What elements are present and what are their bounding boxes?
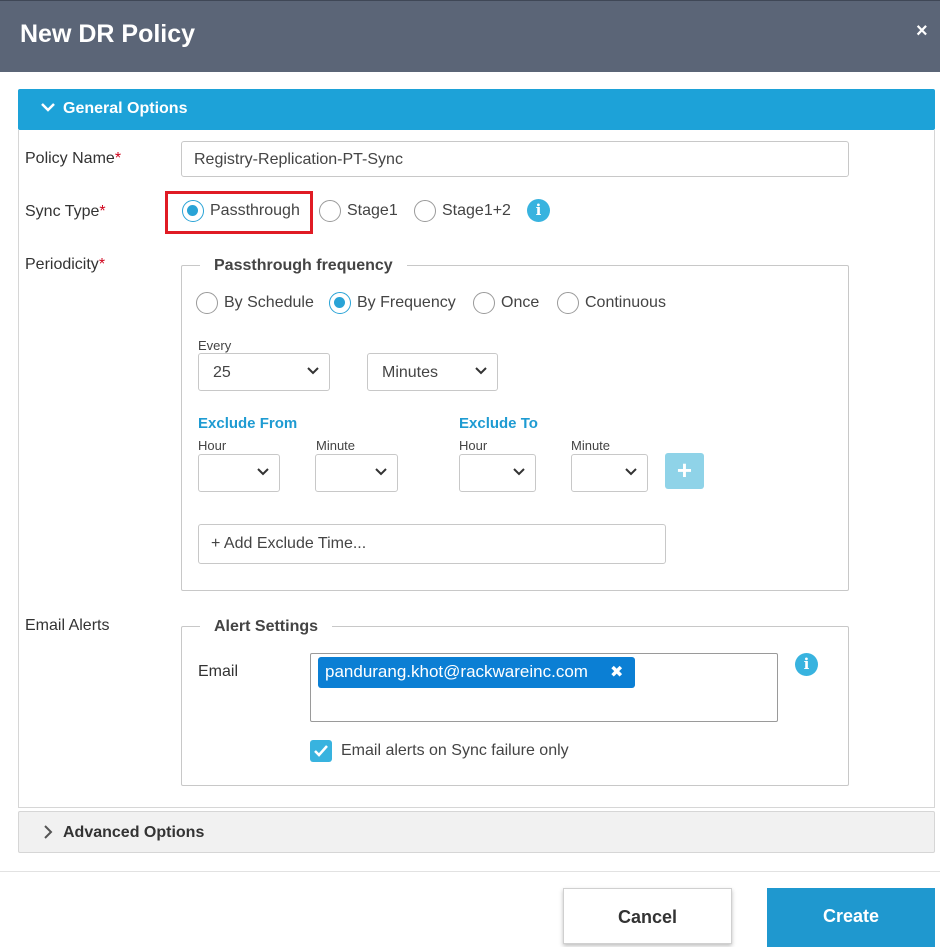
create-button[interactable]: Create: [767, 888, 935, 947]
exclude-to-minute-select[interactable]: [571, 454, 648, 492]
exclude-from-minute-select[interactable]: [315, 454, 398, 492]
exclude-to-label: Exclude To: [459, 415, 538, 432]
chevron-down-icon: [307, 367, 319, 375]
exclude-to-hour-select[interactable]: [459, 454, 536, 492]
chip-remove-icon[interactable]: ✖: [610, 662, 623, 682]
exclude-from-minute-label: Minute: [316, 438, 356, 453]
sync-type-option-stage1-2[interactable]: Stage1+2: [414, 200, 511, 222]
advanced-options-title: Advanced Options: [63, 824, 205, 841]
periodicity-option-continuous[interactable]: Continuous: [557, 292, 666, 314]
periodicity-option-once[interactable]: Once: [473, 292, 539, 314]
chevron-down-icon: [475, 367, 487, 375]
chevron-down-icon: [625, 468, 637, 476]
policy-name-input[interactable]: Registry-Replication-PT-Sync: [181, 141, 849, 177]
every-value: 25: [213, 364, 231, 381]
chevron-down-icon: [513, 468, 525, 476]
chevron-down-icon: [375, 468, 387, 476]
close-icon[interactable]: ×: [916, 20, 928, 43]
alert-settings-legend: Alert Settings: [200, 618, 333, 636]
sync-type-info-icon[interactable]: i: [527, 199, 550, 222]
sync-type-label-text: Sync Type: [25, 203, 100, 220]
sync-type-label: Sync Type*: [25, 203, 106, 221]
dialog-title: New DR Policy: [20, 20, 196, 48]
radio-selected[interactable]: [182, 200, 204, 222]
policy-name-label-text: Policy Name: [25, 150, 115, 167]
radio-label: By Schedule: [224, 294, 314, 311]
periodicity-option-by-frequency[interactable]: By Frequency: [329, 292, 456, 314]
every-unit-value: Minutes: [382, 364, 439, 381]
radio-label: Stage1+2: [442, 202, 511, 219]
radio-label: By Frequency: [357, 294, 456, 311]
radio-unselected[interactable]: [196, 292, 218, 314]
exclude-from-hour-label: Hour: [198, 438, 227, 453]
exclude-from-hour-select[interactable]: [198, 454, 280, 492]
email-alerts-label: Email Alerts: [25, 617, 110, 634]
failure-only-checkbox[interactable]: [310, 740, 332, 762]
radio-unselected[interactable]: [473, 292, 495, 314]
policy-name-label: Policy Name*: [25, 150, 121, 168]
every-value-select[interactable]: 25: [198, 353, 330, 391]
passthrough-frequency-legend: Passthrough frequency: [200, 257, 407, 275]
general-options-title: General Options: [63, 100, 188, 117]
sync-type-option-passthrough[interactable]: Passthrough: [182, 200, 300, 222]
radio-unselected[interactable]: [319, 200, 341, 222]
cancel-button[interactable]: Cancel: [563, 888, 732, 944]
radio-unselected[interactable]: [557, 292, 579, 314]
radio-label: Continuous: [585, 294, 666, 311]
every-unit-select[interactable]: Minutes: [367, 353, 498, 391]
email-label: Email: [198, 663, 239, 680]
email-chip: pandurang.khot@rackwareinc.com: [318, 657, 635, 688]
exclude-from-label: Exclude From: [198, 415, 298, 432]
radio-unselected[interactable]: [414, 200, 436, 222]
radio-label: Once: [501, 294, 540, 311]
radio-selected[interactable]: [329, 292, 351, 314]
every-label: Every: [198, 338, 232, 353]
general-options-header[interactable]: General Options: [18, 89, 935, 130]
exclude-to-minute-label: Minute: [571, 438, 611, 453]
sync-type-option-stage1[interactable]: Stage1: [319, 200, 398, 222]
advanced-options-header[interactable]: Advanced Options: [18, 811, 935, 853]
email-info-icon[interactable]: i: [795, 653, 818, 676]
footer-divider: [0, 871, 940, 872]
periodicity-label-text: Periodicity: [25, 256, 99, 273]
failure-only-label: Email alerts on Sync failure only: [341, 742, 569, 759]
chevron-down-icon: [41, 103, 55, 112]
exclude-to-hour-label: Hour: [459, 438, 488, 453]
chevron-right-icon: [44, 825, 53, 839]
required-marker: *: [98, 256, 106, 273]
radio-label: Passthrough: [210, 202, 300, 219]
periodicity-option-by-schedule[interactable]: By Schedule: [196, 292, 314, 314]
required-marker: *: [99, 203, 106, 220]
radio-label: Stage1: [347, 202, 398, 219]
add-exclude-button[interactable]: +: [665, 453, 704, 489]
email-chip-text: pandurang.khot@rackwareinc.com: [325, 662, 588, 681]
required-marker: *: [114, 150, 122, 167]
periodicity-label: Periodicity*: [25, 256, 105, 274]
chevron-down-icon: [257, 468, 269, 476]
check-icon: [314, 745, 328, 757]
add-exclude-time-input[interactable]: + Add Exclude Time...: [198, 524, 666, 564]
